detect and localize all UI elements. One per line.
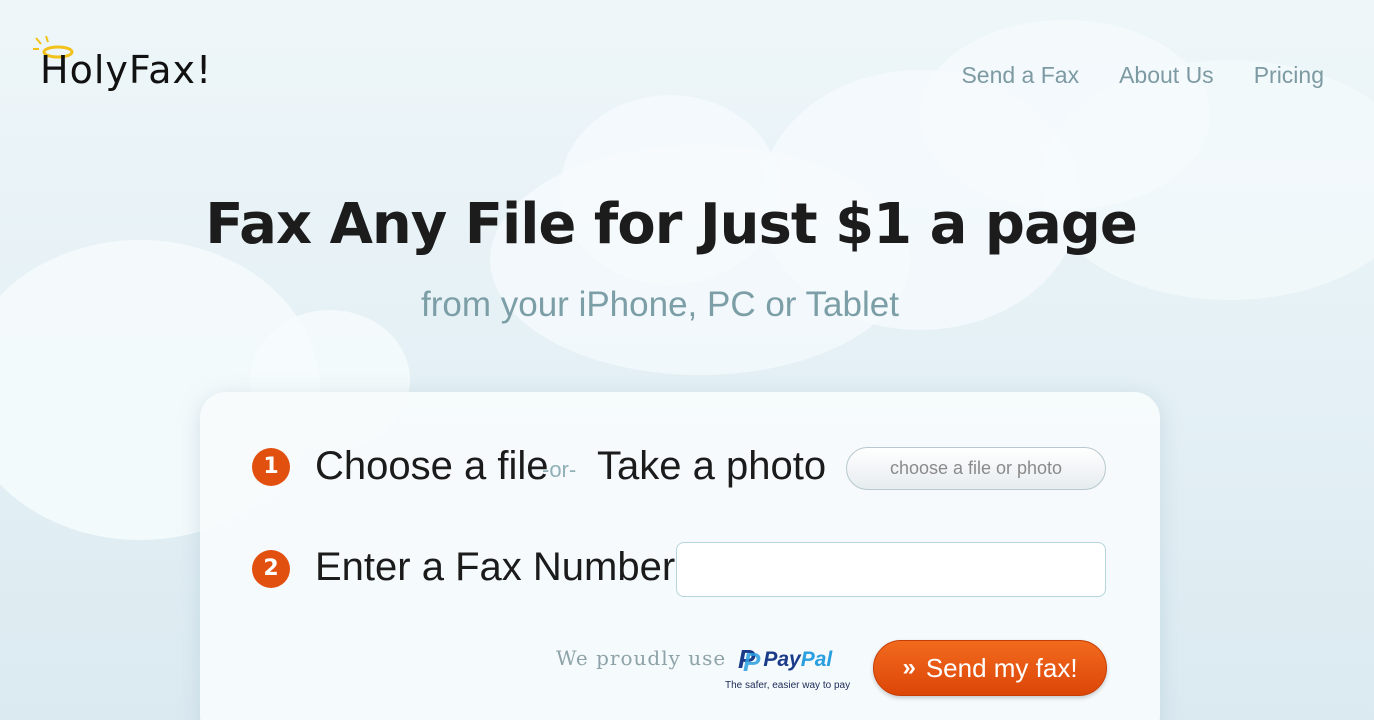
site-logo[interactable]: HolyFax! xyxy=(40,48,212,92)
take-photo-label: Take a photo xyxy=(597,444,827,488)
hero-subtitle: from your iPhone, PC or Tablet xyxy=(421,285,899,324)
paypal-tagline: The safer, easier way to pay xyxy=(725,680,851,691)
choose-file-button[interactable]: choose a file or photo xyxy=(846,447,1106,490)
paypal-icon: PP xyxy=(738,644,761,677)
nav-about-us[interactable]: About Us xyxy=(1119,62,1214,89)
paypal-logo: PP PayPal xyxy=(738,644,833,677)
step-2-badge: 2 xyxy=(252,550,290,588)
nav-pricing[interactable]: Pricing xyxy=(1254,62,1324,89)
fax-form-card: 1 Choose a file -or- Take a photo choose… xyxy=(200,392,1160,720)
paypal-wordmark: PayPal xyxy=(763,647,833,671)
hero-title: Fax Any File for Just $1 a page xyxy=(205,192,1138,257)
send-fax-label: Send my fax! xyxy=(925,652,1078,683)
proudly-use-text: We proudly use xyxy=(556,646,727,670)
fax-number-input[interactable] xyxy=(676,542,1106,597)
nav-send-fax[interactable]: Send a Fax xyxy=(961,62,1079,89)
or-separator: -or- xyxy=(542,457,577,482)
choose-file-label: Choose a file xyxy=(315,444,549,488)
fax-number-label: Enter a Fax Number xyxy=(315,545,676,589)
main-nav: Send a Fax About Us Pricing xyxy=(961,62,1324,89)
double-chevron-right-icon: » xyxy=(902,654,916,681)
send-fax-button[interactable]: » Send my fax! xyxy=(873,640,1107,696)
step-1-badge: 1 xyxy=(252,448,290,486)
